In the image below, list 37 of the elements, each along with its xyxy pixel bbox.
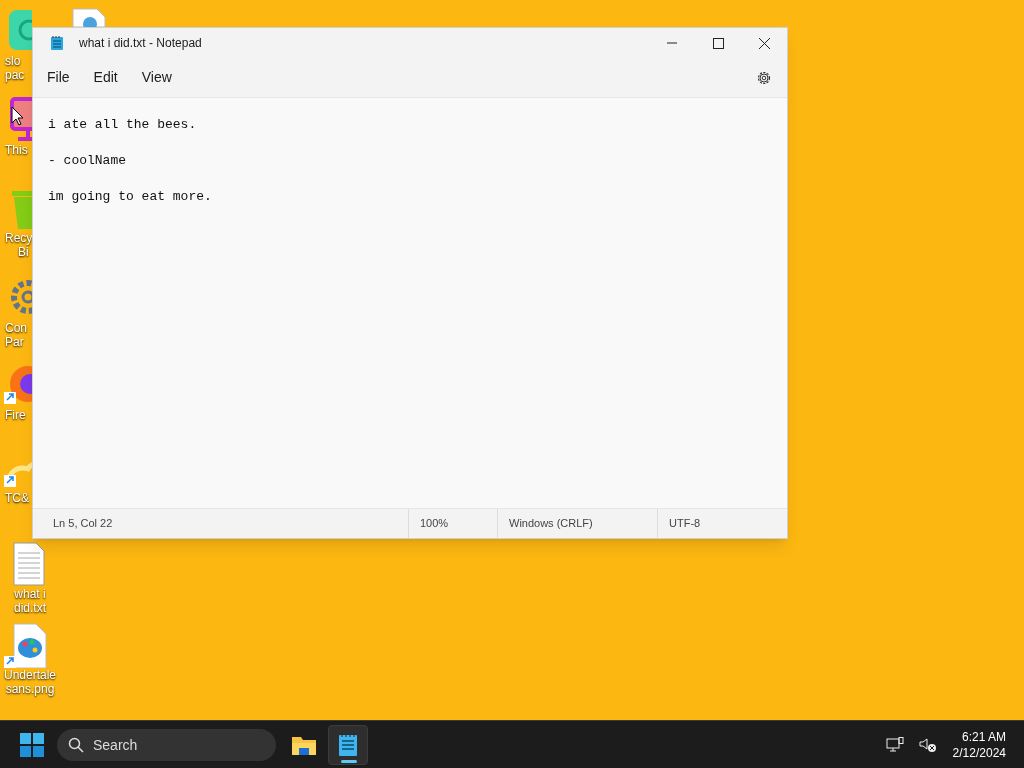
clock-date[interactable]: 2/12/2024 (952, 744, 1006, 761)
desktop-icon-label[interactable]: This (5, 143, 28, 157)
desktop-icon-label[interactable]: Recy (5, 231, 33, 245)
notepad-icon (50, 35, 64, 51)
maximize-icon (712, 37, 724, 49)
desktop-icon-label[interactable]: Par (5, 335, 24, 349)
desktop-icon-label[interactable]: Con (5, 321, 27, 335)
desktop-icon-label[interactable]: Bi (18, 245, 29, 259)
notepad-icon (338, 732, 358, 757)
desktop-icon-label[interactable]: did.txt (14, 601, 46, 615)
menu-item[interactable]: View (133, 62, 180, 93)
text-editor[interactable]: i ate all the bees. - coolName im going to eat more. (33, 98, 787, 206)
network-icon[interactable] (885, 736, 904, 753)
desktop-icon-label[interactable]: TC& (5, 491, 29, 505)
desktop-icon-label[interactable]: sans.png (5, 682, 55, 696)
notepad-button[interactable] (328, 724, 368, 765)
menu-item[interactable]: Edit (85, 62, 126, 93)
clock-time[interactable]: 6:21 AM (961, 728, 1006, 745)
desktop-icon-label[interactable]: slo (5, 54, 21, 68)
status-text: Ln 5, Col 22 (53, 516, 113, 532)
window-title: what i did.txt - Notepad (79, 35, 202, 52)
close-icon (758, 37, 770, 49)
settings-icon[interactable] (756, 69, 772, 86)
search-field[interactable]: Search (57, 728, 276, 761)
status-text: UTF-8 (669, 516, 701, 532)
menu-item[interactable]: File (39, 62, 78, 93)
volume-muted-icon[interactable] (918, 736, 937, 753)
cursor-icon (11, 106, 24, 126)
desktop-icon-label[interactable]: what i (14, 587, 46, 601)
start-icon[interactable] (20, 732, 44, 757)
desktop-icon-label[interactable]: pac (5, 68, 25, 82)
search-icon (68, 736, 84, 753)
status-text: Windows (CRLF) (509, 516, 593, 532)
image-file-icon[interactable] (72, 8, 106, 27)
status-text: 100% (420, 516, 449, 532)
desktop-icon-label[interactable]: Fire (5, 408, 26, 422)
desktop-icon-label[interactable]: Undertale (4, 668, 56, 682)
